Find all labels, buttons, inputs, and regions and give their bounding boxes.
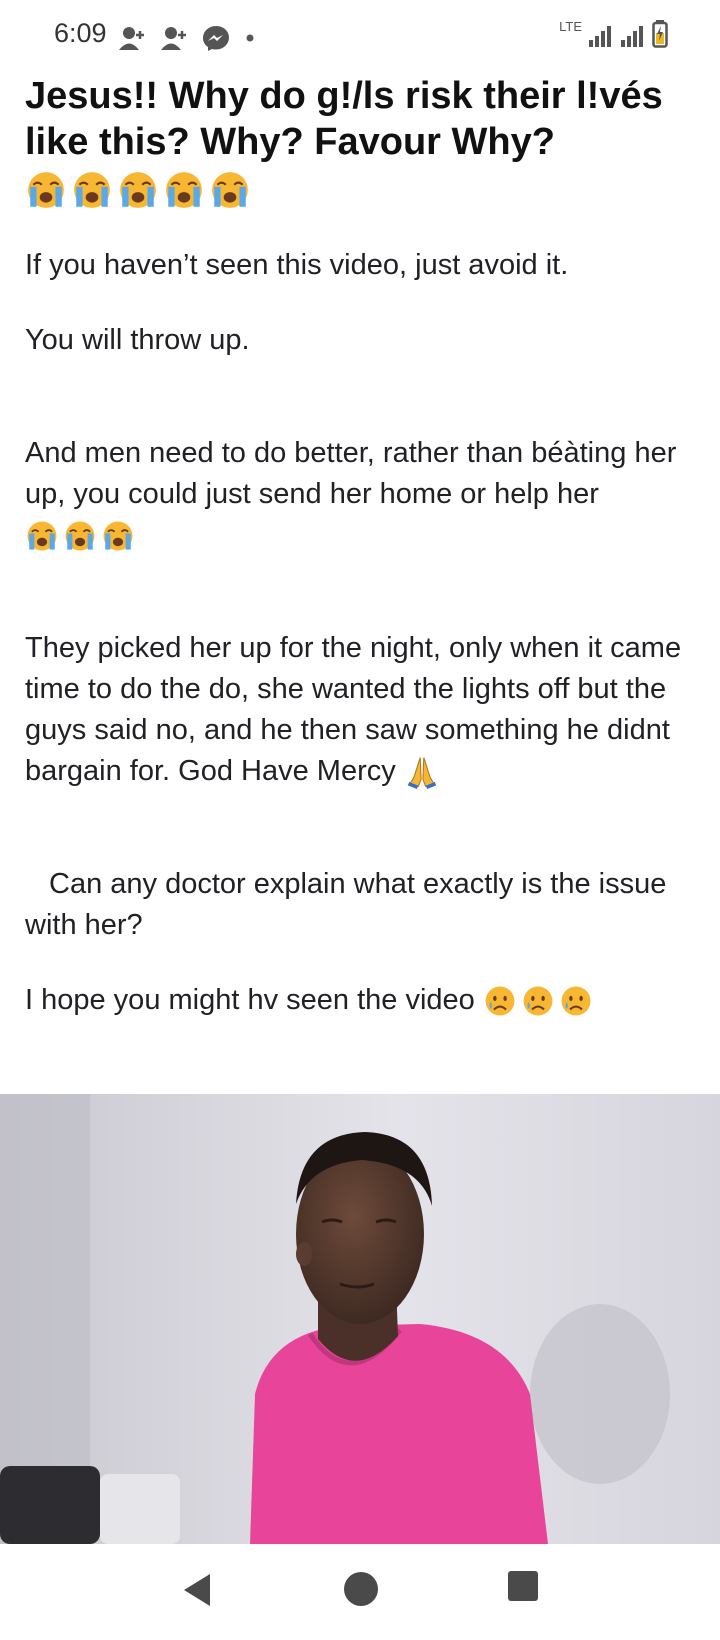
crying-face-icon (74, 172, 110, 208)
back-icon[interactable] (180, 1570, 214, 1610)
paragraph-men: And men need to do better, rather than b… (25, 433, 697, 556)
paragraph-throw-up: You will throw up. (25, 324, 250, 356)
paragraph-doctor: Can any doctor explain what exactly is t… (25, 868, 667, 941)
status-bar: 6:09 LTE (0, 0, 720, 72)
signal-icon (589, 26, 611, 47)
paragraph-men-text: And men need to do better, rather than b… (25, 437, 677, 510)
paragraph-video: I hope you might hv seen the video (25, 980, 697, 1021)
navigation-bar (0, 1544, 720, 1640)
add-friend-icon (119, 27, 144, 50)
crying-face-icon (120, 172, 156, 208)
sad-face-icon (561, 986, 591, 1016)
paragraph-video-text: I hope you might hv seen the video (25, 984, 475, 1016)
sad-face-icon (485, 986, 515, 1016)
paragraph-night-text: They picked her up for the night, only w… (25, 632, 682, 787)
messenger-icon (203, 26, 229, 51)
system-icons: LTE (559, 20, 668, 48)
recents-icon[interactable] (507, 1570, 539, 1602)
crying-face-icon (103, 521, 133, 551)
paragraph-night: They picked her up for the night, only w… (25, 628, 697, 792)
folded-hands-icon (407, 757, 436, 790)
video-still-drawing (0, 1094, 720, 1544)
notification-icons (118, 24, 256, 52)
headline-emojis (25, 169, 251, 211)
network-type-label: LTE (559, 19, 582, 34)
paragraph-men-emojis (25, 519, 135, 553)
paragraph-video-emojis (483, 984, 593, 1018)
crying-face-icon (27, 521, 57, 551)
crying-face-icon (166, 172, 202, 208)
home-icon[interactable] (342, 1570, 380, 1608)
paragraph-avoid: If you haven’t seen this video, just avo… (25, 249, 569, 281)
add-friend-icon (161, 27, 186, 50)
battery-charging-icon (652, 20, 668, 48)
status-time: 6:09 (54, 18, 107, 48)
article-headline: Jesus!! Why do g!/ls risk their l!vés li… (25, 73, 697, 211)
dot-icon (246, 34, 254, 42)
headline-text: Jesus!! Why do g!/ls risk their l!vés li… (25, 75, 663, 163)
sad-face-icon (523, 986, 553, 1016)
article-body: Jesus!! Why do g!/ls risk their l!vés li… (25, 72, 697, 1021)
signal-icon (621, 26, 643, 47)
video-still-image[interactable] (0, 1094, 720, 1544)
crying-face-icon (212, 172, 248, 208)
crying-face-icon (65, 521, 95, 551)
crying-face-icon (28, 172, 64, 208)
